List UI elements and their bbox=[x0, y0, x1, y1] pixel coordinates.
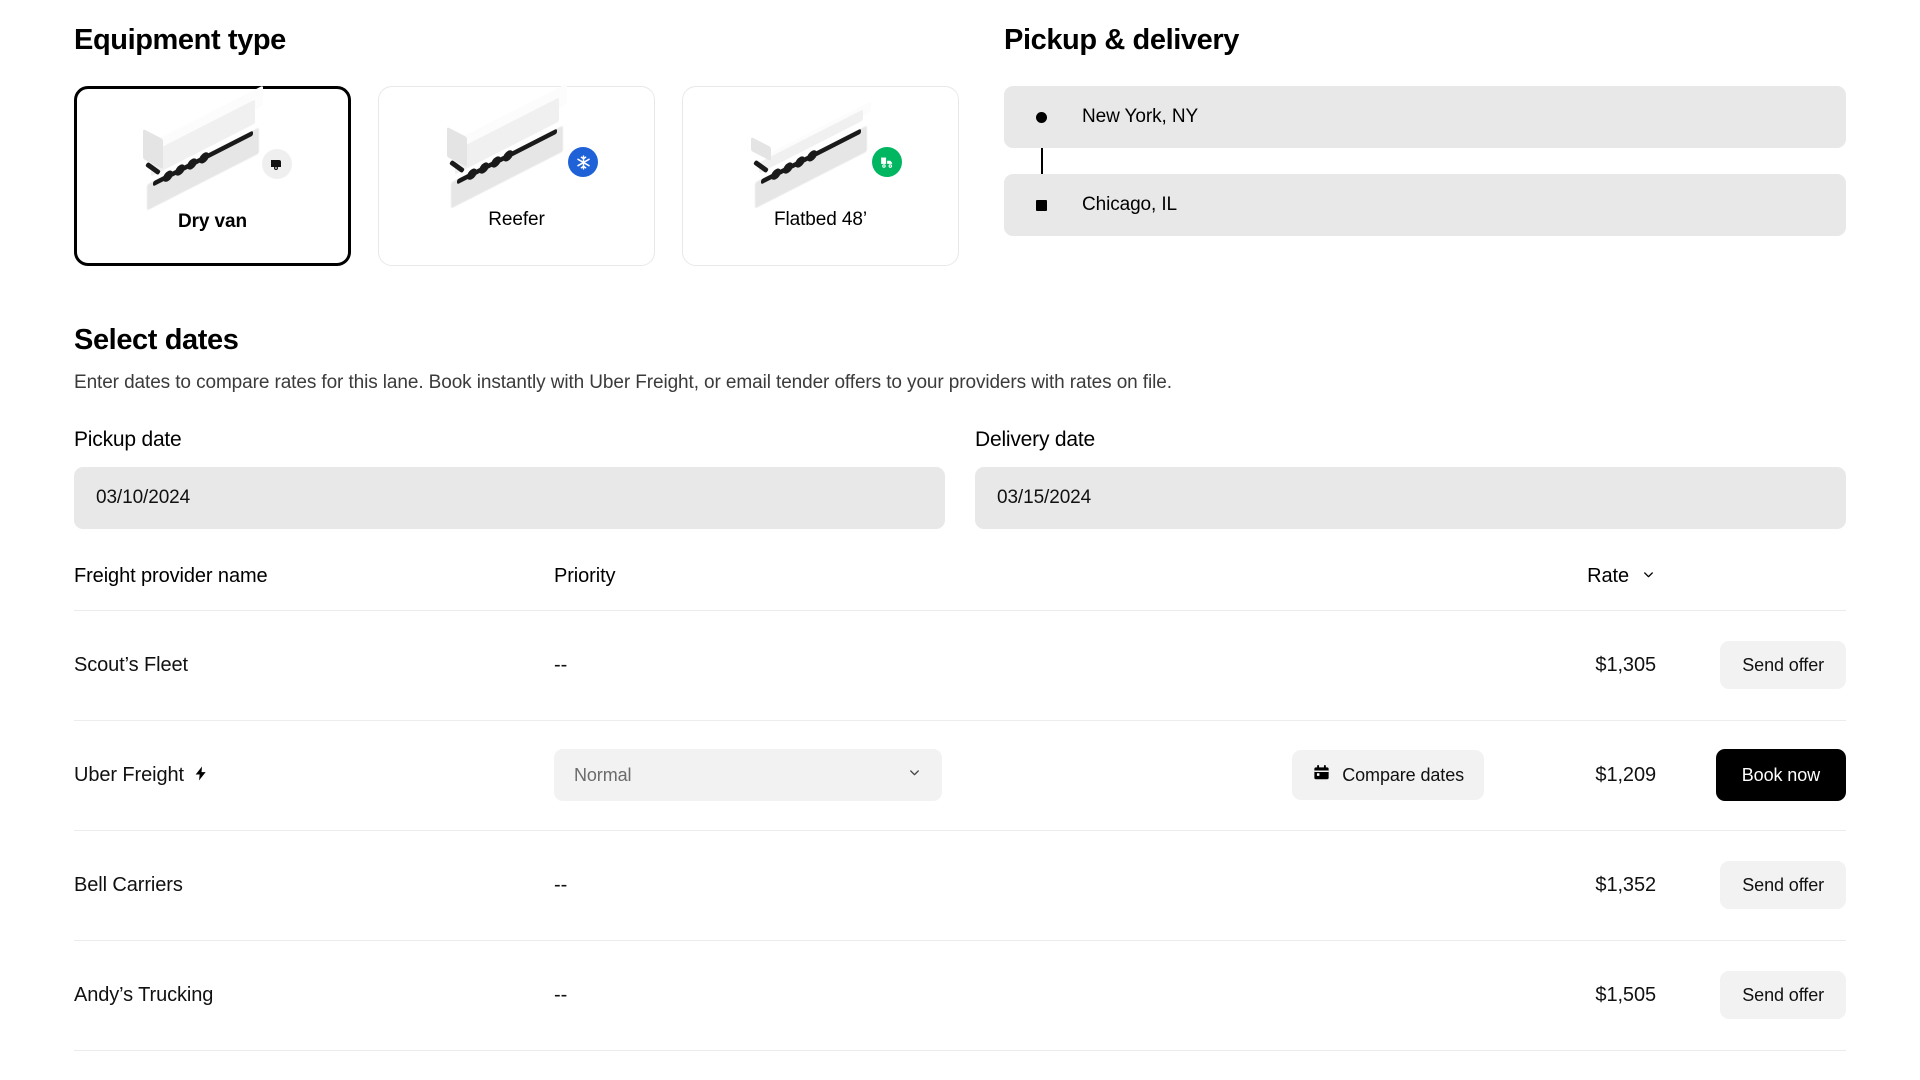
send-offer-button[interactable]: Send offer bbox=[1720, 971, 1846, 1019]
provider-name: Bell Carriers bbox=[74, 874, 554, 897]
send-offer-button[interactable]: Send offer bbox=[1720, 861, 1846, 909]
flatbed-illustration bbox=[683, 87, 958, 209]
rate-value: $1,505 bbox=[1595, 984, 1656, 1006]
column-header-provider: Freight provider name bbox=[74, 565, 554, 588]
equipment-type-title: Equipment type bbox=[74, 22, 974, 58]
select-dates-subtitle: Enter dates to compare rates for this la… bbox=[74, 372, 1846, 394]
rates-table: Freight provider name Priority Rate Scou… bbox=[74, 565, 1846, 1051]
priority-value: -- bbox=[554, 874, 567, 896]
pickup-location-value: New York, NY bbox=[1082, 106, 1198, 128]
provider-name: Uber Freight bbox=[74, 764, 184, 787]
lightning-bolt-icon bbox=[193, 764, 209, 787]
pickup-date-input[interactable] bbox=[74, 467, 945, 529]
trailer-graphic bbox=[737, 102, 887, 198]
equipment-card-flatbed[interactable]: Flatbed 48’ bbox=[682, 86, 959, 266]
priority-value: -- bbox=[554, 984, 567, 1006]
pickup-date-label: Pickup date bbox=[74, 428, 945, 452]
delivery-date-input[interactable] bbox=[975, 467, 1846, 529]
delivery-date-group: Delivery date bbox=[975, 428, 1846, 529]
priority-select[interactable]: Normal bbox=[554, 749, 942, 801]
equipment-card-reefer[interactable]: Reefer bbox=[378, 86, 655, 266]
dry-van-icon bbox=[262, 149, 292, 179]
top-section: Equipment type bbox=[0, 0, 1920, 266]
pickup-delivery-section: Pickup & delivery New York, NY Chicago, … bbox=[1004, 22, 1846, 236]
select-dates-section: Select dates Enter dates to compare rate… bbox=[0, 266, 1920, 528]
chevron-down-icon bbox=[1641, 565, 1656, 588]
flatbed-truck-icon bbox=[872, 147, 902, 177]
table-row: Andy’s Trucking -- $1,505 Send offer bbox=[74, 941, 1846, 1051]
book-now-button[interactable]: Book now bbox=[1716, 749, 1846, 801]
provider-name-group: Uber Freight bbox=[74, 764, 554, 787]
equipment-card-list: Dry van bbox=[74, 86, 974, 266]
send-offer-button[interactable]: Send offer bbox=[1720, 641, 1846, 689]
freight-booking-page: Equipment type bbox=[0, 0, 1920, 1080]
column-header-priority: Priority bbox=[554, 565, 1174, 588]
equipment-type-section: Equipment type bbox=[74, 22, 974, 266]
dry-van-illustration bbox=[77, 89, 348, 211]
equipment-label-flatbed: Flatbed 48’ bbox=[774, 209, 867, 231]
column-header-rate-label: Rate bbox=[1587, 565, 1629, 588]
table-header-row: Freight provider name Priority Rate bbox=[74, 565, 1846, 611]
equipment-card-dry-van[interactable]: Dry van bbox=[74, 86, 351, 266]
select-dates-title: Select dates bbox=[74, 322, 1846, 358]
compare-dates-label: Compare dates bbox=[1342, 765, 1464, 786]
compare-dates-button[interactable]: Compare dates bbox=[1292, 750, 1484, 800]
trailer-graphic bbox=[433, 102, 583, 198]
rate-value: $1,352 bbox=[1595, 874, 1656, 896]
priority-select-wrap: Normal bbox=[554, 749, 942, 801]
snowflake-icon bbox=[568, 147, 598, 177]
square-marker bbox=[1036, 200, 1047, 211]
table-row: Scout’s Fleet -- $1,305 Send offer bbox=[74, 611, 1846, 721]
lane-stops: New York, NY Chicago, IL bbox=[1004, 86, 1846, 236]
equipment-label-dry-van: Dry van bbox=[178, 211, 247, 233]
pickup-delivery-title: Pickup & delivery bbox=[1004, 22, 1846, 58]
delivery-location-value: Chicago, IL bbox=[1082, 194, 1177, 216]
provider-name: Scout’s Fleet bbox=[74, 654, 554, 677]
rate-value: $1,209 bbox=[1595, 764, 1656, 786]
delivery-date-label: Delivery date bbox=[975, 428, 1846, 452]
rate-value: $1,305 bbox=[1595, 654, 1656, 676]
table-row: Bell Carriers -- $1,352 Send offer bbox=[74, 831, 1846, 941]
calendar-icon bbox=[1312, 763, 1331, 787]
pickup-date-group: Pickup date bbox=[74, 428, 945, 529]
priority-value: -- bbox=[554, 654, 567, 676]
circle-marker bbox=[1036, 112, 1047, 123]
column-header-rate[interactable]: Rate bbox=[1506, 565, 1656, 588]
equipment-label-reefer: Reefer bbox=[488, 209, 544, 231]
delivery-location-field[interactable]: Chicago, IL bbox=[1004, 174, 1846, 236]
trailer-graphic bbox=[129, 104, 279, 200]
reefer-illustration bbox=[379, 87, 654, 209]
provider-name: Andy’s Trucking bbox=[74, 984, 554, 1007]
date-fields: Pickup date Delivery date bbox=[74, 428, 1846, 529]
table-row: Uber Freight Normal bbox=[74, 721, 1846, 831]
pickup-location-field[interactable]: New York, NY bbox=[1004, 86, 1846, 148]
